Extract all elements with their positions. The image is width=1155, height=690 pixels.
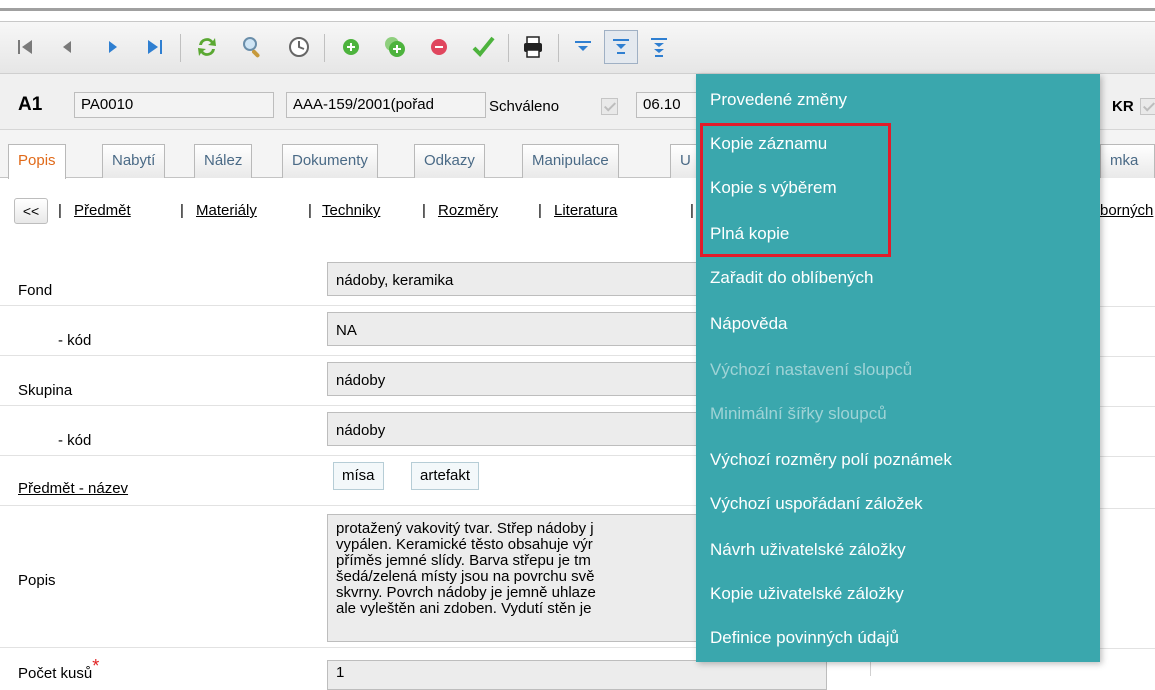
last-record-icon[interactable]: [138, 30, 172, 64]
previous-record-icon[interactable]: [50, 30, 84, 64]
record-label: A1: [18, 94, 43, 115]
tab-dokumenty[interactable]: Dokumenty: [282, 144, 378, 178]
date-field[interactable]: 06.10: [636, 92, 698, 118]
history-clock-icon[interactable]: [282, 30, 316, 64]
menu-item-napoveda[interactable]: Nápověda: [710, 314, 788, 334]
predmet-label[interactable]: Předmět - název: [18, 480, 128, 497]
menu-item-provedene-zmeny[interactable]: Provedené změny: [710, 90, 847, 110]
link-techniky[interactable]: Techniky: [322, 202, 380, 219]
record-number-field[interactable]: AAA-159/2001(pořad: [286, 92, 486, 118]
print-icon[interactable]: [516, 30, 550, 64]
tab-manipulace[interactable]: Manipulace: [522, 144, 619, 178]
highlight-box: [700, 123, 891, 257]
delete-record-icon[interactable]: [422, 30, 456, 64]
back-button[interactable]: <<: [14, 198, 48, 224]
menu-item-navrh-uzivatelske-zalozky[interactable]: Návrh uživatelské záložky: [710, 540, 906, 560]
approved-checkbox[interactable]: [601, 98, 618, 115]
link-materialy[interactable]: Materiály: [196, 202, 257, 219]
search-icon[interactable]: [236, 30, 270, 64]
status-label: Schváleno: [489, 98, 560, 115]
fond-kod-label: - kód: [58, 332, 92, 349]
fond-label: Fond: [18, 282, 53, 299]
menu-item-vychozi-nastaveni-sloupcu: Výchozí nastavení sloupců: [710, 360, 913, 379]
menu-item-minimalni-sirky-sloupcu: Minimální šířky sloupců: [710, 404, 887, 423]
pocet-field[interactable]: 1: [327, 660, 827, 690]
skupina-kod-label: - kód: [58, 432, 92, 449]
required-asterisk: *: [92, 656, 100, 676]
tab-truncated-right[interactable]: mka: [1100, 144, 1155, 178]
refresh-icon[interactable]: [190, 30, 224, 64]
first-record-icon[interactable]: [8, 30, 42, 64]
filter-menu-icon[interactable]: [566, 30, 600, 64]
window-top-strip: [0, 0, 1155, 22]
confirm-check-icon[interactable]: [466, 30, 500, 64]
menu-item-definice-povinnych-udaju[interactable]: Definice povinných údajů: [710, 628, 899, 648]
popis-label: Popis: [18, 572, 56, 589]
pocet-label: Počet kusů*: [18, 656, 100, 682]
tab-odkazy[interactable]: Odkazy: [414, 144, 485, 178]
next-record-icon[interactable]: [96, 30, 130, 64]
tab-nalez[interactable]: Nález: [194, 144, 253, 178]
kr-label: KR: [1112, 98, 1134, 115]
menu-item-vychozi-usporadani-zalozek[interactable]: Výchozí uspořádaní záložek: [710, 494, 923, 514]
link-truncated[interactable]: borných: [1100, 202, 1153, 219]
toolbar: [0, 22, 1155, 74]
more-menu-icon[interactable]: [604, 30, 638, 64]
menu-item-vychozi-rozmery-poli[interactable]: Výchozí rozměry polí poznámek: [710, 450, 952, 470]
kr-checkbox[interactable]: [1140, 98, 1155, 115]
link-predmet[interactable]: Předmět: [74, 202, 131, 219]
link-literatura[interactable]: Literatura: [554, 202, 617, 219]
link-rozmery[interactable]: Rozměry: [438, 202, 498, 219]
tab-popis[interactable]: Popis: [8, 144, 66, 179]
skupina-label: Skupina: [18, 382, 73, 399]
menu-item-zaradit-do-oblibenych[interactable]: Zařadit do oblíbených: [710, 268, 874, 288]
tab-nabyti[interactable]: Nabytí: [102, 144, 166, 178]
copy-add-icon[interactable]: [378, 30, 412, 64]
menu-item-kopie-uzivatelske-zalozky[interactable]: Kopie uživatelské záložky: [710, 584, 904, 604]
record-code-field[interactable]: PA0010: [74, 92, 274, 118]
add-record-icon[interactable]: [334, 30, 368, 64]
expand-menu-icon[interactable]: [642, 30, 676, 64]
predmet-chip-artefakt[interactable]: artefakt: [411, 462, 480, 490]
predmet-chip-misa[interactable]: mísa: [333, 462, 384, 490]
